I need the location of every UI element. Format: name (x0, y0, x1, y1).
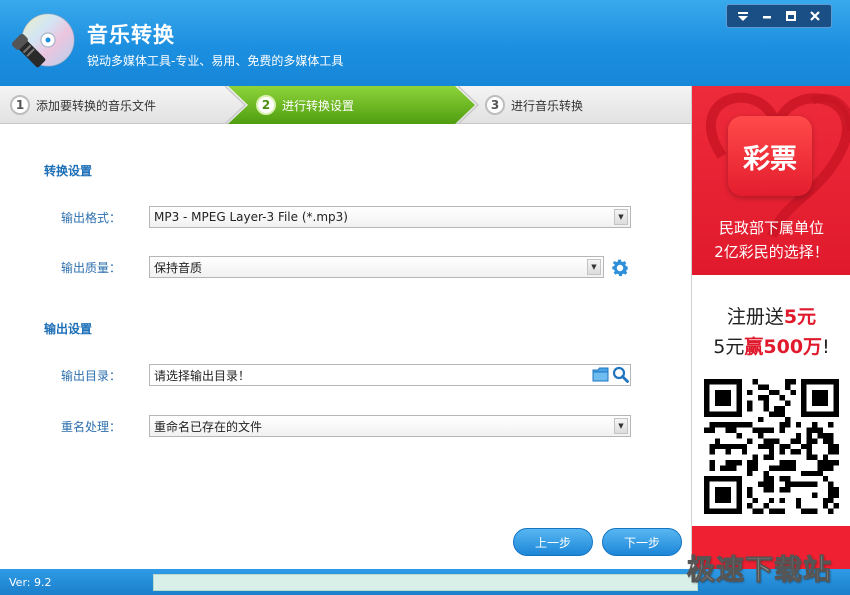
ad-promo2-text: 5元 (713, 336, 745, 358)
ad-promo1-highlight: 5元 (783, 306, 817, 328)
steps-bar: 1 添加要转换的音乐文件 2 进行转换设置 3 进行音乐转换 (0, 86, 691, 124)
close-icon[interactable] (806, 8, 824, 24)
progress-bar (153, 574, 698, 591)
watermark: 极速下载站 (686, 553, 832, 587)
output-dir-value: 请选择输出目录！ (154, 368, 251, 383)
output-settings-title: 输出设置 (44, 322, 93, 336)
next-step-button[interactable]: 下一步 (602, 528, 682, 556)
output-dir-input[interactable]: 请选择输出目录！ (149, 364, 631, 386)
step-add-files[interactable]: 1 添加要转换的音乐文件 (10, 86, 156, 124)
app-title: 音乐转换 (87, 23, 175, 47)
format-select[interactable]: MP3 - MPEG Layer-3 File (*.mp3) ▼ (149, 206, 631, 228)
ad-text-line1: 民政部下属单位 (718, 219, 824, 237)
search-icon[interactable] (612, 366, 629, 383)
rename-select[interactable]: 重命名已存在的文件 ▼ (149, 415, 631, 437)
lottery-logo: 彩票 (728, 116, 812, 196)
ad-text-line2: 2亿彩民的选择！ (714, 243, 829, 261)
quality-select[interactable]: 保持音质 ▼ (149, 256, 604, 278)
maximize-icon[interactable] (782, 8, 800, 24)
menu-icon[interactable] (734, 8, 752, 24)
qr-code-icon (704, 379, 839, 514)
title-bar: 音乐转换 锐动多媒体工具-专业、易用、免费的多媒体工具 (0, 0, 850, 86)
rename-label: 重名处理： (61, 420, 122, 434)
app-logo-icon (12, 13, 75, 68)
chevron-down-icon[interactable]: ▼ (614, 418, 628, 434)
minimize-icon[interactable] (758, 8, 776, 24)
folder-icon[interactable] (592, 367, 609, 382)
ad-promo1-text: 注册送 (726, 306, 784, 328)
rename-value: 重命名已存在的文件 (154, 419, 263, 434)
step-label: 进行音乐转换 (511, 98, 584, 113)
conversion-settings-title: 转换设置 (44, 164, 93, 178)
gear-icon[interactable] (609, 257, 631, 279)
ad-promo2-highlight: 赢500万 (744, 336, 823, 358)
step-conversion-settings[interactable]: 2 进行转换设置 (256, 86, 354, 124)
ad-banner: 彩票 民政部下属单位 2亿彩民的选择！ (692, 86, 850, 275)
ad-promo2-suffix: ! (822, 336, 830, 358)
step-number: 2 (256, 95, 276, 115)
step-label: 添加要转换的音乐文件 (36, 98, 157, 113)
step-label: 进行转换设置 (282, 98, 355, 113)
settings-panel: 转换设置 输出格式： MP3 - MPEG Layer-3 File (*.mp… (0, 124, 691, 569)
quality-label: 输出质量： (61, 261, 122, 275)
ad-panel[interactable]: 彩票 民政部下属单位 2亿彩民的选择！ 注册送5元 5元赢500万! (691, 86, 850, 569)
window-controls (726, 4, 832, 28)
output-dir-label: 输出目录： (61, 369, 122, 383)
quality-value: 保持音质 (154, 260, 203, 275)
format-value: MP3 - MPEG Layer-3 File (*.mp3) (154, 210, 348, 224)
chevron-down-icon[interactable]: ▼ (614, 209, 628, 225)
prev-step-button[interactable]: 上一步 (513, 528, 593, 556)
step-number: 1 (10, 95, 30, 115)
format-label: 输出格式： (61, 211, 122, 225)
step-convert[interactable]: 3 进行音乐转换 (485, 86, 583, 124)
ad-promo-line1: 注册送5元 (692, 302, 850, 329)
chevron-down-icon[interactable]: ▼ (587, 259, 601, 275)
version-label: Ver: 9.2 (9, 576, 52, 589)
app-slogan: 锐动多媒体工具-专业、易用、免费的多媒体工具 (87, 54, 344, 68)
step-number: 3 (485, 95, 505, 115)
ad-promo-line2: 5元赢500万! (692, 332, 850, 359)
